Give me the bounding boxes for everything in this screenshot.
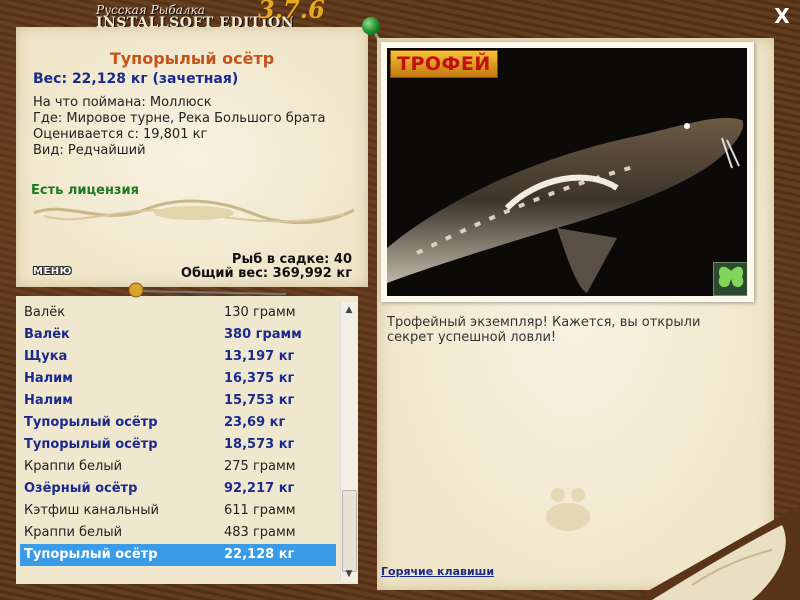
list-item-selected[interactable]: Тупорылый осётр 22,128 кг <box>20 544 336 566</box>
catch-weight: Вес: 22,128 кг (зачетная) <box>33 71 239 87</box>
mascot-watermark <box>546 488 590 531</box>
list-item-weight: 483 грамм <box>224 525 296 540</box>
list-item-weight: 15,753 кг <box>224 393 295 408</box>
list-item-name: Тупорылый осётр <box>24 547 158 562</box>
app-version: 3.7.6 <box>258 0 325 24</box>
total-weight: Общий вес: 369,992 кг <box>180 266 352 281</box>
list-item-weight: 22,128 кг <box>224 547 295 562</box>
list-item[interactable]: Краппи белый 275 грамм <box>20 456 336 478</box>
trophy-badge: ТРОФЕЙ <box>390 50 498 78</box>
list-item-name: Щука <box>24 349 68 364</box>
list-scrollbar[interactable]: ▲ ▼ <box>340 302 357 582</box>
fish-count: Рыб в садке: 40 <box>231 252 352 267</box>
list-item-name: Тупорылый осётр <box>24 415 158 430</box>
list-item-name: Налим <box>24 393 73 408</box>
catch-value: Оценивается с: 19,801 кг <box>33 127 208 142</box>
list-item-weight: 92,217 кг <box>224 481 295 496</box>
catch-fish-name: Тупорылый осётр <box>109 49 275 68</box>
list-item-weight: 16,375 кг <box>224 371 295 386</box>
menu-button[interactable]: МЕНЮ <box>33 266 72 277</box>
list-item-weight: 380 грамм <box>224 327 302 342</box>
list-item[interactable]: Кэтфиш канальный 611 грамм <box>20 500 336 522</box>
list-item-name: Краппи белый <box>24 525 123 540</box>
list-item[interactable]: Озёрный осётр 92,217 кг <box>20 478 336 500</box>
decorative-ornament <box>33 199 355 225</box>
list-item[interactable]: Краппи белый 483 грамм <box>20 522 336 544</box>
list-item-weight: 13,197 кг <box>224 349 295 364</box>
pin-icon <box>362 17 380 35</box>
close-button[interactable]: X <box>772 6 792 26</box>
list-item-name: Налим <box>24 371 73 386</box>
license-status: Есть лицензия <box>31 183 139 198</box>
fish-list: Валёк 130 грамм Валёк 380 грамм Щука 13,197 к… <box>20 302 336 566</box>
fishing-rod-decoration <box>128 282 287 298</box>
trophy-description: Трофейный экземпляр! Кажется, вы открыли… <box>387 315 701 345</box>
list-item-name: Краппи белый <box>24 459 123 474</box>
list-item-weight: 18,573 кг <box>224 437 295 452</box>
catch-place: Где: Мировое турне, Река Большого брата <box>33 111 326 126</box>
scroll-up-icon[interactable]: ▲ <box>341 302 357 318</box>
scroll-thumb[interactable] <box>342 490 357 572</box>
fish-photo-frame: ТРОФЕЙ <box>381 42 754 302</box>
close-icon: X <box>774 4 790 28</box>
list-item[interactable]: Налим 16,375 кг <box>20 368 336 390</box>
scroll-down-icon[interactable]: ▼ <box>341 566 357 582</box>
list-item-name: Валёк <box>24 327 70 342</box>
list-item-weight: 275 грамм <box>224 459 296 474</box>
list-item[interactable]: Тупорылый осётр 18,573 кг <box>20 434 336 456</box>
sturgeon-image <box>387 48 747 296</box>
catch-bait: На что поймана: Моллюск <box>33 95 212 110</box>
butterfly-icon[interactable] <box>713 262 747 296</box>
list-item[interactable]: Налим 15,753 кг <box>20 390 336 412</box>
list-item[interactable]: Валёк 130 грамм <box>20 302 336 324</box>
list-item-name: Валёк <box>24 305 66 320</box>
list-item[interactable]: Валёк 380 грамм <box>20 324 336 346</box>
fish-list-panel: Валёк 130 грамм Валёк 380 грамм Щука 13,197 к… <box>16 296 358 584</box>
list-item[interactable]: Щука 13,197 кг <box>20 346 336 368</box>
fish-photo: ТРОФЕЙ <box>387 48 747 296</box>
list-item-name: Кэтфиш канальный <box>24 503 159 518</box>
list-item-name: Озёрный осётр <box>24 481 138 496</box>
hotkeys-link[interactable]: Горячие клавиши <box>381 565 494 578</box>
list-item-name: Тупорылый осётр <box>24 437 158 452</box>
list-item-weight: 611 грамм <box>224 503 296 518</box>
list-item[interactable]: Тупорылый осётр 23,69 кг <box>20 412 336 434</box>
catch-kind: Вид: Редчайший <box>33 143 146 158</box>
list-item-weight: 130 грамм <box>224 305 296 320</box>
page-curl-decoration <box>632 505 800 600</box>
list-item-weight: 23,69 кг <box>224 415 286 430</box>
